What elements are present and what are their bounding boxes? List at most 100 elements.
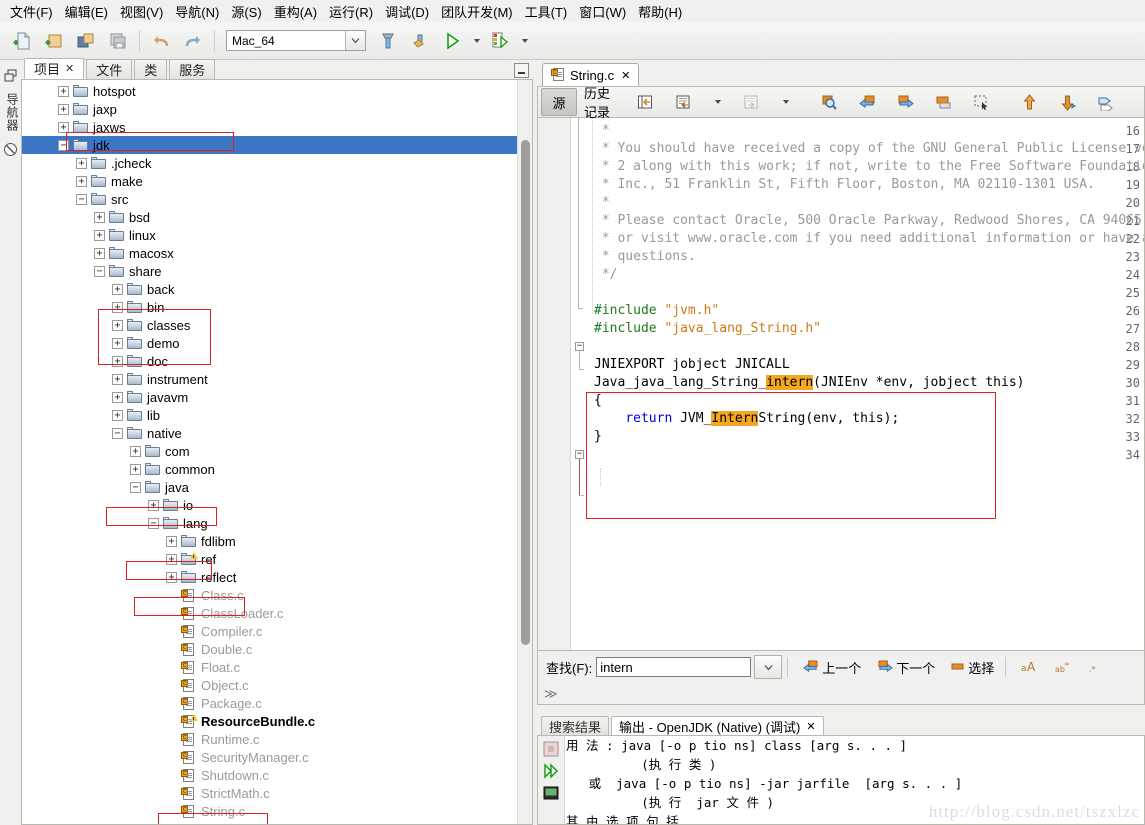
project-tab-0[interactable]: 项目 ✕ (24, 58, 85, 79)
tree-item-jaxp[interactable]: + jaxp (22, 100, 532, 118)
find-select-button[interactable]: 选择 (945, 655, 1000, 680)
next-error-icon[interactable] (1049, 88, 1085, 116)
run-dropdown-icon[interactable] (469, 26, 483, 56)
tree-item-package-c[interactable]: C Package.c (22, 694, 532, 712)
tree-item-securitymanager-c[interactable]: C SecurityManager.c (22, 748, 532, 766)
expand-icon[interactable]: + (130, 463, 141, 475)
menu-item-5[interactable]: 重构(A) (268, 0, 323, 23)
back-icon[interactable] (665, 88, 701, 116)
tree-item-resourcebundle-c[interactable]: C ResourceBundle.c (22, 712, 532, 730)
debug-icon[interactable] (485, 26, 515, 56)
output-tab-0[interactable]: 搜索结果 (541, 716, 610, 735)
whole-words-icon[interactable]: ab ∞ (1049, 657, 1079, 677)
expand-icon[interactable]: + (112, 355, 123, 367)
expand-icon[interactable]: + (76, 157, 87, 169)
tab-history[interactable]: 历史记录 (579, 86, 615, 120)
expand-icon[interactable]: + (112, 283, 123, 295)
expand-icon[interactable]: + (94, 247, 105, 259)
tree-item-make[interactable]: + make (22, 172, 532, 190)
expand-icon[interactable]: + (112, 337, 123, 349)
find-input[interactable] (596, 657, 752, 677)
expand-icon[interactable]: + (112, 301, 123, 313)
menu-item-8[interactable]: 团队开发(M) (435, 0, 519, 23)
tree-item--jcheck[interactable]: + .jcheck (22, 154, 532, 172)
match-case-icon[interactable]: aA (1015, 657, 1045, 677)
chevron-down-icon[interactable] (345, 31, 365, 50)
close-icon[interactable]: ✕ (621, 69, 630, 82)
tree-item-back[interactable]: + back (22, 280, 532, 298)
navigator-label[interactable]: 导航器 (0, 93, 21, 132)
tree-item-bin[interactable]: + bin (22, 298, 532, 316)
stop-icon[interactable] (542, 740, 560, 758)
project-tab-1[interactable]: 文件 (86, 59, 133, 79)
expand-icon[interactable]: + (112, 319, 123, 331)
tree-item-src[interactable]: − src (22, 190, 532, 208)
expand-icon[interactable]: + (130, 445, 141, 457)
back-dropdown-icon[interactable] (703, 88, 731, 116)
open-project-icon[interactable] (71, 26, 101, 56)
collapse-icon[interactable]: − (94, 265, 105, 277)
project-tree-scrollbar[interactable] (517, 80, 532, 824)
expand-icon[interactable]: + (148, 499, 159, 511)
no-entry-icon[interactable] (0, 138, 21, 160)
collapse-icon[interactable]: − (130, 481, 141, 493)
close-icon[interactable]: ✕ (65, 62, 74, 75)
tab-source[interactable]: 源 (541, 88, 577, 116)
redo-icon[interactable] (178, 26, 208, 56)
tree-item-object-c[interactable]: C Object.c (22, 676, 532, 694)
tree-item-strictmath-c[interactable]: C StrictMath.c (22, 784, 532, 802)
menu-item-0[interactable]: 文件(F) (4, 0, 59, 23)
previous-error-icon[interactable] (1011, 88, 1047, 116)
regexp-icon[interactable]: .* (1083, 657, 1109, 677)
tree-item-demo[interactable]: + demo (22, 334, 532, 352)
tree-item-linux[interactable]: + linux (22, 226, 532, 244)
terminal-icon[interactable] (542, 784, 560, 802)
next-bookmark-icon[interactable] (887, 88, 923, 116)
tree-item-fdlibm[interactable]: + fdlibm (22, 532, 532, 550)
find-previous-button[interactable]: 上一个 (797, 655, 867, 680)
tree-item-shutdown-c[interactable]: C Shutdown.c (22, 766, 532, 784)
menu-item-7[interactable]: 调试(D) (379, 0, 435, 23)
collapse-icon[interactable]: − (112, 427, 123, 439)
run-icon[interactable] (437, 26, 467, 56)
tree-item-macosx[interactable]: + macosx (22, 244, 532, 262)
rerun-icon[interactable] (542, 762, 560, 780)
expand-icon[interactable]: + (58, 121, 69, 133)
expand-icon[interactable]: + (58, 103, 69, 115)
menu-item-2[interactable]: 视图(V) (114, 0, 169, 23)
expand-icon[interactable]: + (112, 409, 123, 421)
output-tab-1[interactable]: 输出 - OpenJDK (Native) (调试) ✕ (611, 716, 824, 735)
fold-toggle-function[interactable]: − (575, 450, 584, 459)
collapse-icon[interactable]: − (58, 139, 69, 151)
collapse-icon[interactable]: − (76, 193, 87, 205)
expand-icon[interactable]: + (112, 373, 123, 385)
menu-item-6[interactable]: 运行(R) (323, 0, 379, 23)
tree-item-hotspot[interactable]: + hotspot (22, 82, 532, 100)
toggle-rect-selection-icon[interactable] (963, 88, 999, 116)
menu-item-4[interactable]: 源(S) (225, 0, 267, 23)
project-tab-2[interactable]: 类 (134, 59, 168, 79)
tree-item-class-c[interactable]: C Class.c (22, 586, 532, 604)
undo-icon[interactable] (146, 26, 176, 56)
save-all-icon[interactable] (103, 26, 133, 56)
shift-line-left-icon[interactable] (1135, 88, 1145, 116)
minimize-window-button[interactable] (514, 63, 529, 78)
tree-item-ref[interactable]: + ref (22, 550, 532, 568)
tree-item-com[interactable]: + com (22, 442, 532, 460)
menu-item-1[interactable]: 编辑(E) (59, 0, 114, 23)
expand-icon[interactable]: + (94, 229, 105, 241)
close-icon[interactable]: ✕ (806, 720, 815, 733)
toggle-bookmark-icon[interactable] (925, 88, 961, 116)
tree-item-runtime-c[interactable]: C Runtime.c (22, 730, 532, 748)
expand-icon[interactable]: + (58, 85, 69, 97)
find-next-button[interactable]: 下一个 (871, 655, 941, 680)
tree-item-float-c[interactable]: C Float.c (22, 658, 532, 676)
tree-item-reflect[interactable]: + reflect (22, 568, 532, 586)
tree-item-compiler-c[interactable]: C Compiler.c (22, 622, 532, 640)
tree-item-native[interactable]: − native (22, 424, 532, 442)
tree-item-share[interactable]: − share (22, 262, 532, 280)
window-icon[interactable] (0, 65, 21, 87)
expand-icon[interactable]: + (166, 535, 177, 547)
menu-item-11[interactable]: 帮助(H) (632, 0, 688, 23)
toggle-highlight-icon[interactable] (1087, 88, 1123, 116)
